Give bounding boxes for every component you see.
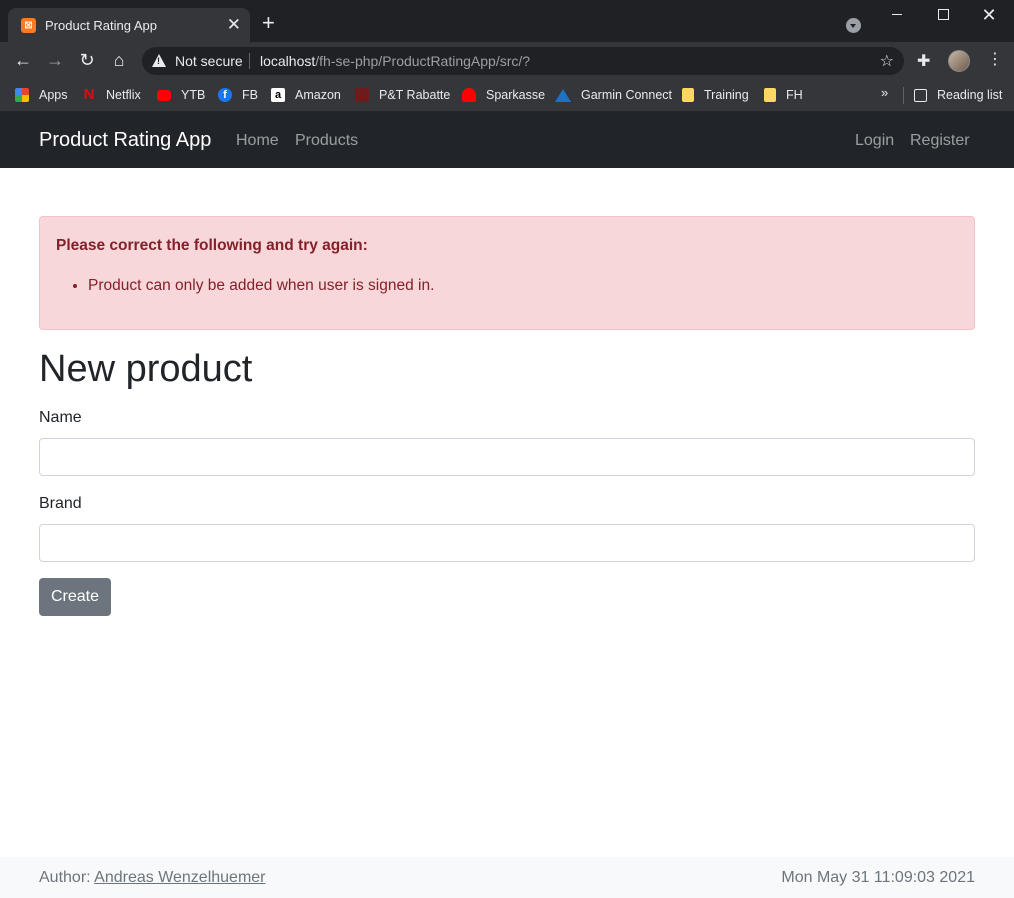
author-link[interactable]: Andreas Wenzelhuemer — [94, 869, 265, 886]
alert-title: Please correct the following and try aga… — [56, 237, 368, 254]
app-navbar: Product Rating App Home Products Login R… — [0, 111, 1014, 168]
bookmark-label: FH — [786, 88, 803, 102]
reload-icon[interactable]: ↻ — [77, 50, 97, 70]
page-title: New product — [39, 348, 253, 390]
bookmark-fh[interactable]: FH — [764, 85, 803, 105]
footer-timestamp: Mon May 31 11:09:03 2021 — [781, 869, 975, 886]
error-list: Product can only be added when user is s… — [88, 277, 434, 295]
page-footer: Author: Andreas Wenzelhuemer Mon May 31 … — [0, 857, 1014, 898]
netflix-icon: N — [83, 86, 95, 103]
url-text[interactable]: localhost/fh-se-php/ProductRatingApp/src… — [260, 53, 530, 69]
bookmark-garmin[interactable]: Garmin Connect — [555, 85, 672, 105]
bookmark-label: FB — [242, 88, 258, 102]
omnibox-divider — [249, 53, 250, 69]
tab-search-icon[interactable] — [846, 18, 861, 33]
bookmark-label: P&T Rabatte — [379, 88, 451, 102]
maximize-button[interactable] — [920, 0, 966, 30]
facebook-icon: f — [218, 88, 232, 102]
tab-title: Product Rating App — [45, 18, 158, 33]
close-tab-icon[interactable]: ✕ — [227, 15, 241, 35]
minimize-button[interactable] — [874, 0, 920, 30]
url-path: /fh-se-php/ProductRatingApp/src/? — [315, 53, 531, 69]
nav-link-register[interactable]: Register — [910, 132, 970, 150]
address-bar[interactable]: Not secure localhost/fh-se-php/ProductRa… — [142, 47, 904, 75]
amazon-icon: a — [271, 88, 285, 102]
menu-kebab-icon[interactable]: ⋮ — [987, 50, 1003, 70]
url-host: localhost — [260, 53, 316, 69]
brand-label: Brand — [39, 495, 82, 512]
reading-list-label: Reading list — [937, 88, 1003, 102]
forward-arrow-icon[interactable]: → — [45, 50, 65, 70]
error-alert: Please correct the following and try aga… — [39, 216, 975, 330]
warning-icon — [152, 54, 166, 67]
nav-link-products[interactable]: Products — [295, 132, 358, 150]
bookmark-pt-rabatte[interactable]: P&T Rabatte — [355, 85, 450, 105]
name-label: Name — [39, 409, 82, 426]
error-item: Product can only be added when user is s… — [88, 277, 434, 295]
bookmark-ytb[interactable]: YTB — [157, 85, 205, 105]
close-window-button[interactable]: ✕ — [966, 0, 1012, 30]
sparkasse-icon — [462, 88, 476, 102]
garmin-icon — [555, 88, 571, 102]
bookmark-star-icon[interactable]: ☆ — [880, 51, 894, 71]
pt-icon — [355, 88, 369, 102]
profile-avatar[interactable] — [948, 50, 970, 72]
bookmark-label: Netflix — [106, 88, 141, 102]
youtube-icon — [157, 89, 171, 101]
new-tab-button[interactable]: + — [262, 12, 275, 34]
bookmark-amazon[interactable]: a Amazon — [271, 85, 341, 105]
bookmark-label: Apps — [39, 88, 68, 102]
bookmark-sparkasse[interactable]: Sparkasse — [462, 85, 545, 105]
bookmark-label: Amazon — [295, 88, 341, 102]
navbar-brand[interactable]: Product Rating App — [39, 129, 211, 152]
security-label[interactable]: Not secure — [175, 53, 243, 69]
create-button[interactable]: Create — [39, 578, 111, 616]
reading-list-button[interactable]: Reading list — [914, 85, 1002, 105]
brand-input[interactable] — [39, 524, 975, 562]
extensions-puzzle-icon[interactable]: ✚ — [917, 51, 930, 71]
nav-link-home[interactable]: Home — [236, 132, 279, 150]
home-icon[interactable]: ⌂ — [109, 50, 129, 70]
bookmark-netflix[interactable]: N Netflix — [82, 85, 141, 105]
footer-author: Author: Andreas Wenzelhuemer — [39, 869, 266, 887]
bookmark-label: Training — [704, 88, 749, 102]
folder-icon — [682, 88, 694, 102]
bookmark-label: Garmin Connect — [581, 88, 673, 102]
bookmark-apps[interactable]: Apps — [15, 85, 68, 105]
more-bookmarks-chevron-icon[interactable]: » — [881, 85, 888, 100]
browser-toolbar: ← → ↻ ⌂ Not secure localhost/fh-se-php/P… — [0, 42, 1014, 80]
xampp-icon: ⊠ — [21, 18, 36, 33]
bookmark-label: Sparkasse — [486, 88, 546, 102]
apps-grid-icon — [15, 88, 29, 102]
bookmark-training[interactable]: Training — [682, 85, 749, 105]
name-input[interactable] — [39, 438, 975, 476]
bookmarks-divider — [903, 87, 904, 104]
title-bar: ⊠ Product Rating App ✕ + ✕ — [0, 0, 1014, 42]
folder-icon — [764, 88, 776, 102]
browser-tab[interactable]: ⊠ Product Rating App ✕ — [8, 8, 250, 42]
reading-list-icon — [914, 88, 927, 102]
bookmarks-bar: Apps N Netflix YTB f FB a Amazon P&T Rabatt… — [0, 80, 1014, 111]
author-prefix: Author: — [39, 869, 95, 886]
back-arrow-icon[interactable]: ← — [13, 50, 33, 70]
browser-chrome: ⊠ Product Rating App ✕ + ✕ ← → ↻ ⌂ Not s… — [0, 0, 1014, 111]
close-icon: ✕ — [981, 5, 997, 25]
bookmark-fb[interactable]: f FB — [218, 85, 258, 105]
nav-link-login[interactable]: Login — [855, 132, 894, 150]
bookmark-label: YTB — [181, 88, 206, 102]
